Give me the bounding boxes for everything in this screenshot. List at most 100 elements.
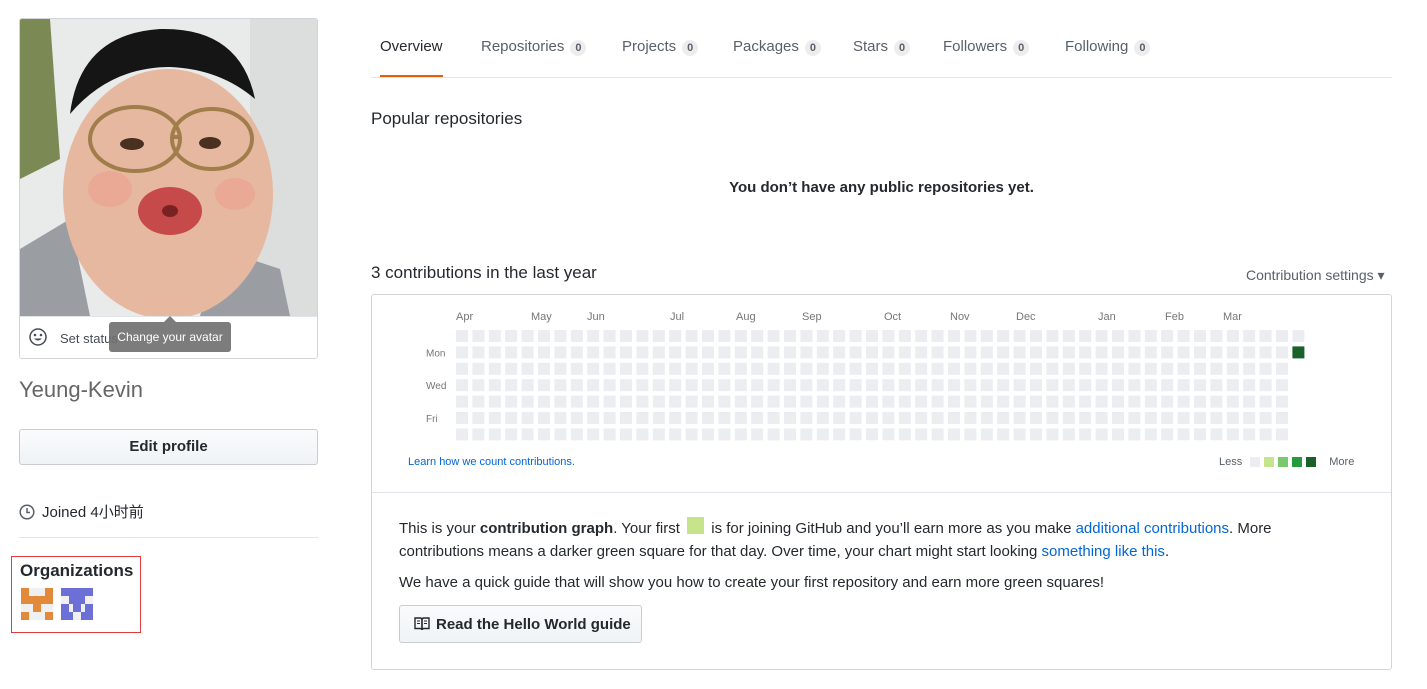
contribution-day[interactable] [472,428,485,441]
contribution-day[interactable] [1062,330,1075,342]
contribution-day[interactable] [570,428,583,441]
contribution-day[interactable] [669,379,682,392]
contribution-day[interactable] [898,412,911,424]
contribution-day[interactable] [456,428,468,441]
contribution-day[interactable] [751,428,764,441]
contribution-day[interactable] [1046,412,1059,424]
contribution-day[interactable] [1161,346,1174,359]
contribution-day[interactable] [734,428,747,441]
contribution-day[interactable] [849,346,862,359]
contribution-day[interactable] [734,330,747,342]
contribution-day[interactable] [1144,379,1157,392]
contribution-day[interactable] [1013,412,1026,424]
contribution-day[interactable] [1112,395,1124,408]
contribution-day[interactable] [1210,428,1223,441]
contribution-day[interactable] [521,346,534,359]
contribution-day[interactable] [603,346,616,359]
contribution-day[interactable] [980,346,993,359]
contribution-day[interactable] [866,428,878,441]
contribution-day[interactable] [1030,379,1042,392]
contribution-day[interactable] [488,379,501,392]
contribution-day[interactable] [800,428,813,441]
contribution-day[interactable] [554,428,567,441]
contribution-day[interactable] [1210,395,1223,408]
contribution-day[interactable] [472,395,485,408]
contribution-day[interactable] [833,395,846,408]
tab-stars[interactable]: Stars 0 [853,28,911,78]
contribution-day[interactable] [1259,379,1272,392]
contribution-day[interactable] [1226,412,1239,424]
contribution-day[interactable] [1112,330,1124,342]
contribution-day[interactable] [1095,346,1108,359]
contribution-day[interactable] [488,412,501,424]
contribution-day[interactable] [652,412,665,424]
contribution-settings-dropdown[interactable]: Contribution settings ▾ [1246,267,1385,284]
contribution-day[interactable] [948,330,960,342]
tab-projects[interactable]: Projects 0 [622,28,699,78]
contribution-day[interactable] [1062,362,1075,375]
contribution-day[interactable] [898,395,911,408]
contribution-day[interactable] [849,412,862,424]
contribution-day[interactable] [603,379,616,392]
contribution-day[interactable] [898,379,911,392]
contribution-day[interactable] [1128,362,1141,375]
contribution-day[interactable] [915,428,928,441]
contribution-day[interactable] [472,330,485,342]
contribution-day[interactable] [669,412,682,424]
hello-world-guide-button[interactable]: Read the Hello World guide [399,605,642,643]
contribution-day[interactable] [652,346,665,359]
contribution-day[interactable] [1144,362,1157,375]
contribution-day[interactable] [931,346,944,359]
contribution-day[interactable] [1013,379,1026,392]
contribution-day[interactable] [718,330,731,342]
contribution-day[interactable] [1013,330,1026,342]
contribution-day[interactable] [1226,395,1239,408]
contribution-day[interactable] [767,379,780,392]
contribution-day[interactable] [620,346,632,359]
contribution-day[interactable] [652,379,665,392]
contribution-day[interactable] [964,330,977,342]
contribution-day[interactable] [1177,412,1190,424]
contribution-day[interactable] [1276,428,1288,441]
contribution-day[interactable] [734,412,747,424]
contribution-day[interactable] [1226,346,1239,359]
contribution-day[interactable] [521,330,534,342]
tab-overview[interactable]: Overview [380,28,443,77]
contribution-day[interactable] [1144,330,1157,342]
contribution-day[interactable] [718,362,731,375]
contribution-day[interactable] [1128,379,1141,392]
contribution-day[interactable] [997,395,1010,408]
contribution-day[interactable] [997,346,1010,359]
contribution-day[interactable] [636,346,649,359]
contribution-day[interactable] [751,395,764,408]
contribution-day[interactable] [1276,412,1288,424]
contribution-day[interactable] [800,395,813,408]
contribution-day[interactable] [702,412,714,424]
contribution-day[interactable] [948,362,960,375]
contribution-day[interactable] [456,395,468,408]
contribution-day[interactable] [1062,395,1075,408]
contribution-day[interactable] [866,379,878,392]
contribution-day[interactable] [898,346,911,359]
contribution-day[interactable] [1030,428,1042,441]
contribution-day[interactable] [554,412,567,424]
contribution-day[interactable] [538,428,550,441]
contribution-day[interactable] [964,395,977,408]
contribution-day[interactable] [784,330,796,342]
contribution-day[interactable] [636,428,649,441]
contribution-day[interactable] [488,428,501,441]
contribution-day[interactable] [1226,330,1239,342]
contribution-day[interactable] [964,379,977,392]
contribution-day[interactable] [1194,395,1206,408]
contribution-day[interactable] [1161,362,1174,375]
avatar[interactable] [20,19,317,316]
contribution-day[interactable] [1194,346,1206,359]
something-like-this-link[interactable]: something like this [1042,543,1165,560]
contribution-day[interactable] [620,428,632,441]
contribution-day[interactable] [734,346,747,359]
contribution-day[interactable] [816,412,829,424]
contribution-day[interactable] [652,428,665,441]
contribution-day[interactable] [505,362,518,375]
contribution-day[interactable] [587,362,600,375]
contribution-day[interactable] [488,395,501,408]
